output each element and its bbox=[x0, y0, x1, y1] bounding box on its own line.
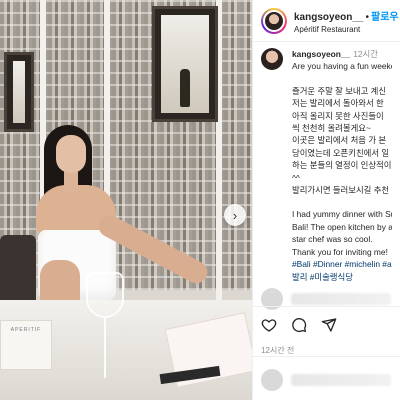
caption-line: 하는 분들의 열정이 인상적이 bbox=[292, 160, 392, 171]
separator: • bbox=[365, 11, 369, 23]
picture-frame bbox=[4, 52, 34, 132]
caption-line: 씩 천천히 올려볼게요~ bbox=[292, 123, 371, 134]
wine-glass-stem bbox=[104, 318, 106, 378]
caption-line: 즐거운 주말 잘 보내고 계신 bbox=[292, 85, 387, 96]
hashtags[interactable]: #Bali #Dinner #michelin #ap bbox=[292, 258, 392, 270]
post-photo[interactable]: APERITIF › bbox=[0, 0, 252, 400]
caption-line: 발리가시면 들러보시길 추천 bbox=[292, 185, 390, 196]
comment-row bbox=[261, 369, 400, 391]
caption-line: 이곳은 발리에서 처음 가 본 bbox=[292, 135, 387, 146]
caption-line: 당이였는데 오픈키친에서 일 bbox=[292, 147, 390, 158]
caption-line: Are you having a fun weeke bbox=[292, 61, 392, 72]
picture-frame bbox=[152, 6, 218, 122]
menu-card: APERITIF bbox=[0, 320, 52, 370]
post-time-ago: 12시간 전 bbox=[261, 346, 295, 355]
comment-text bbox=[291, 293, 391, 305]
avatar[interactable] bbox=[261, 369, 283, 391]
action-bar: 12시간 전 bbox=[253, 306, 400, 356]
comment-icon[interactable] bbox=[291, 317, 307, 333]
caption-body: kangsoyeon__ 12시간 Are you having a fun we… bbox=[292, 48, 392, 292]
location-link[interactable]: Apéritif Restaurant bbox=[294, 25, 399, 34]
caption-line: 저는 발리에서 돌아와서 한 bbox=[292, 98, 384, 109]
wine-glass bbox=[86, 272, 124, 318]
hashtags[interactable]: 발리 #미술랭식당 bbox=[292, 271, 392, 283]
caption-line: Bali! The open kitchen by a bbox=[292, 221, 392, 232]
post-time: 12시간 bbox=[353, 49, 378, 59]
caption-line: Thank you for inviting me! bbox=[292, 246, 388, 257]
post-header: kangsoyeon__ • 팔로우 Apéritif Restaurant bbox=[253, 0, 400, 42]
caption: kangsoyeon__ 12시간 Are you having a fun we… bbox=[253, 42, 400, 292]
caption-line: I had yummy dinner with Su bbox=[292, 209, 392, 220]
menu-card-text: APERITIF bbox=[10, 327, 42, 333]
caption-line: ^^ bbox=[292, 172, 300, 183]
avatar[interactable] bbox=[261, 48, 283, 70]
comment-text bbox=[291, 374, 391, 386]
caption-line: star chef was so cool. bbox=[292, 234, 373, 245]
follow-button[interactable]: 팔로우 bbox=[371, 12, 399, 23]
heart-icon[interactable] bbox=[261, 317, 277, 333]
share-icon[interactable] bbox=[321, 317, 337, 333]
chevron-right-icon[interactable]: › bbox=[224, 204, 246, 226]
person-face bbox=[56, 135, 86, 173]
username[interactable]: kangsoyeon__ bbox=[294, 12, 363, 23]
caption-line: 아직 올리지 못한 사진들이 bbox=[292, 110, 384, 121]
post-panel: kangsoyeon__ • 팔로우 Apéritif Restaurant kan… bbox=[252, 0, 400, 400]
comment-preview bbox=[253, 356, 400, 400]
avatar[interactable] bbox=[261, 7, 287, 34]
caption-username[interactable]: kangsoyeon__ bbox=[292, 49, 350, 59]
